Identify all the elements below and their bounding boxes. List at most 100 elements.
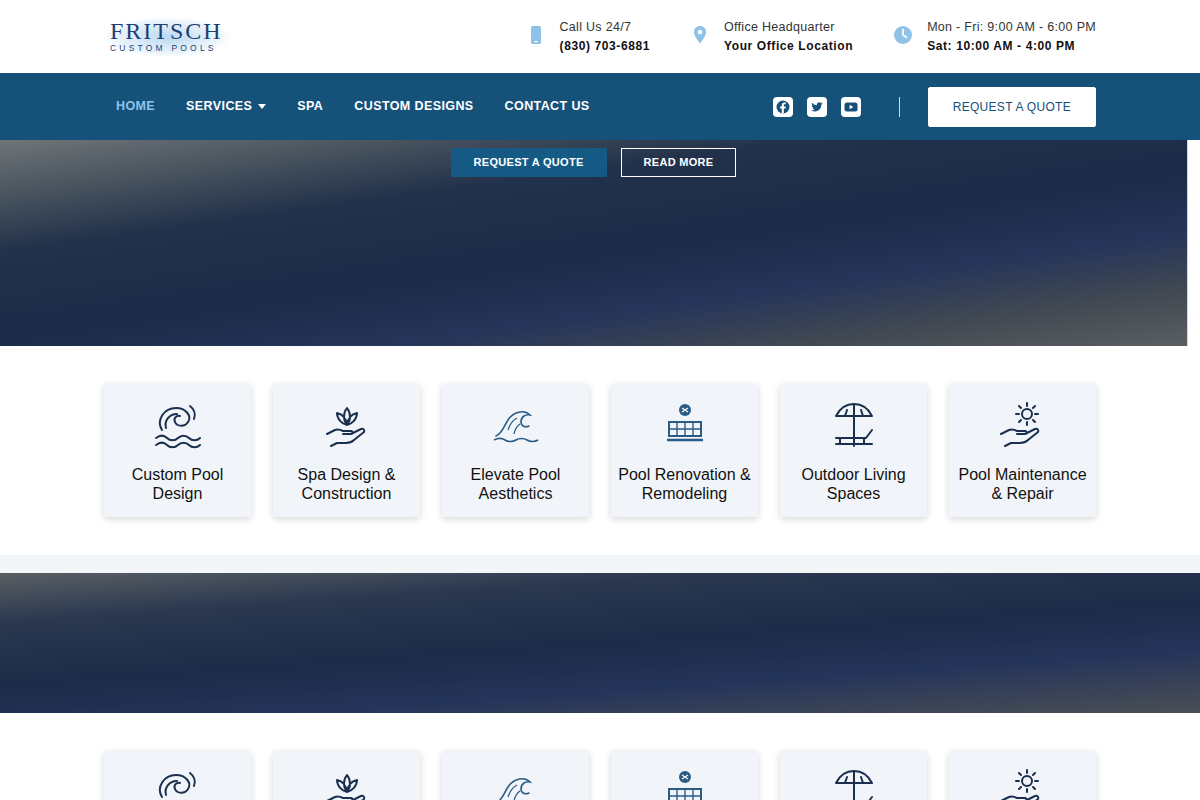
renovation-icon (659, 767, 711, 800)
logo-tagline: CUSTOM POOLS (110, 43, 223, 53)
renovation-icon (659, 400, 711, 450)
logo-name: FRITSCH (110, 19, 223, 43)
youtube-link[interactable] (841, 97, 861, 117)
service-card[interactable]: Pool Maintenance & Repair (949, 384, 1096, 517)
service-card[interactable]: Custom Pool Design (104, 384, 251, 517)
contact-text: Office HeadquarterYour Office Location (724, 17, 853, 56)
services-grid: Custom Pool Design Spa Design & Construct… (104, 384, 1096, 517)
service-card[interactable] (611, 751, 758, 800)
service-card[interactable] (949, 751, 1096, 800)
gear-hand-icon (997, 400, 1049, 450)
service-card[interactable]: Outdoor Living Spaces (780, 384, 927, 517)
umbrella-lounger-icon (828, 400, 880, 450)
social-links (773, 97, 861, 117)
waves-swirl-icon (152, 400, 204, 450)
lotus-hand-icon (321, 400, 373, 450)
service-card[interactable] (442, 751, 589, 800)
facebook-icon (773, 97, 793, 117)
service-card[interactable] (104, 751, 251, 800)
service-card[interactable]: Elevate Pool Aesthetics (442, 384, 589, 517)
facebook-icon (773, 97, 793, 117)
phone-icon (526, 25, 546, 45)
nav-link[interactable]: CUSTOM DESIGNS (354, 91, 473, 122)
nav-link[interactable]: CONTACT US (505, 91, 590, 122)
services-section: Custom Pool Design Spa Design & Construct… (0, 346, 1200, 555)
contact-value[interactable]: (830) 703-6881 (560, 37, 650, 56)
gear-hand-icon (997, 767, 1049, 800)
logo[interactable]: FRITSCHCUSTOM POOLS (104, 15, 229, 57)
contact-value: Your Office Location (724, 37, 853, 56)
nav-item: CUSTOM DESIGNS (354, 91, 473, 122)
lotus-hand-icon (321, 767, 373, 800)
waves-swirl-icon (152, 767, 204, 800)
nav-label: HOME (116, 99, 155, 113)
service-card[interactable] (273, 751, 420, 800)
service-card[interactable]: Pool Renovation & Remodeling (611, 384, 758, 517)
umbrella-lounger-icon (828, 767, 880, 800)
phone-icon (526, 25, 546, 45)
caret-icon (258, 104, 266, 109)
service-label: Spa Design & Construction (279, 465, 414, 503)
read-more-button[interactable]: READ MORE (621, 148, 737, 177)
nav-item: SERVICES (186, 91, 266, 122)
section-divider (0, 555, 1200, 573)
location-icon (690, 25, 710, 45)
nav-divider (899, 97, 900, 117)
renovation-icon (659, 767, 711, 800)
service-card[interactable]: Spa Design & Construction (273, 384, 420, 517)
service-label: Custom Pool Design (110, 465, 245, 503)
service-label: Outdoor Living Spaces (786, 465, 921, 503)
youtube-icon (841, 97, 861, 117)
nav-actions: REQUEST A QUOTE (773, 87, 1096, 127)
hero-banner: REQUEST A QUOTE READ MORE (0, 140, 1188, 346)
contact-text: Call Us 24/7(830) 703-6881 (560, 17, 650, 56)
facebook-link[interactable] (773, 97, 793, 117)
nav-item: CONTACT US (505, 91, 590, 122)
waves-swirl-icon (152, 400, 204, 450)
hero-quote-button[interactable]: REQUEST A QUOTE (451, 148, 607, 177)
hero-banner-repeat (0, 573, 1200, 713)
wave-icon (490, 400, 542, 450)
nav-label: SPA (297, 99, 323, 113)
nav-link[interactable]: SPA (297, 91, 323, 122)
waves-swirl-icon (152, 767, 204, 800)
location-icon (690, 25, 710, 45)
service-label: Pool Renovation & Remodeling (617, 465, 752, 503)
contact-item: Mon - Fri: 9:00 AM - 6:00 PMSat: 10:00 A… (893, 17, 1096, 56)
contact-label: Mon - Fri: 9:00 AM - 6:00 PM (927, 17, 1096, 37)
contact-text: Mon - Fri: 9:00 AM - 6:00 PMSat: 10:00 A… (927, 17, 1096, 56)
nav-label: CONTACT US (505, 99, 590, 113)
service-card[interactable] (780, 751, 927, 800)
umbrella-lounger-icon (828, 400, 880, 450)
wave-icon (490, 767, 542, 800)
clock-icon (893, 25, 913, 45)
hero-actions: REQUEST A QUOTE READ MORE (451, 148, 737, 177)
top-header: FRITSCHCUSTOM POOLS Call Us 24/7(830) 70… (0, 0, 1200, 73)
nav-label: CUSTOM DESIGNS (354, 99, 473, 113)
wave-icon (490, 767, 542, 800)
services-section-repeat (0, 713, 1200, 800)
nav-link[interactable]: HOME (116, 91, 155, 122)
service-label: Pool Maintenance & Repair (955, 465, 1090, 503)
main-nav: HOMESERVICESSPACUSTOM DESIGNSCONTACT US … (0, 73, 1200, 140)
contact-label: Call Us 24/7 (560, 17, 650, 37)
twitter-link[interactable] (807, 97, 827, 117)
lotus-hand-icon (321, 767, 373, 800)
clock-icon (893, 25, 913, 45)
request-quote-button[interactable]: REQUEST A QUOTE (928, 87, 1096, 127)
contact-item: Office HeadquarterYour Office Location (690, 17, 853, 56)
services-grid-repeat (104, 751, 1096, 800)
twitter-icon (807, 97, 827, 117)
nav-menu: HOME SERVICES SPA CUSTOM DESIGNS CONTACT US (104, 91, 590, 122)
wave-icon (490, 400, 542, 450)
gear-hand-icon (997, 400, 1049, 450)
contact-item: Call Us 24/7(830) 703-6881 (526, 17, 650, 56)
nav-link[interactable]: SERVICES (186, 91, 266, 122)
nav-label: SERVICES (186, 99, 252, 113)
contact-info: Call Us 24/7(830) 703-6881 Office Headqua… (526, 17, 1096, 56)
nav-item: SPA (297, 91, 323, 122)
contact-label: Office Headquarter (724, 17, 853, 37)
contact-value: Sat: 10:00 AM - 4:00 PM (927, 37, 1096, 56)
twitter-icon (807, 97, 827, 117)
lotus-hand-icon (321, 400, 373, 450)
